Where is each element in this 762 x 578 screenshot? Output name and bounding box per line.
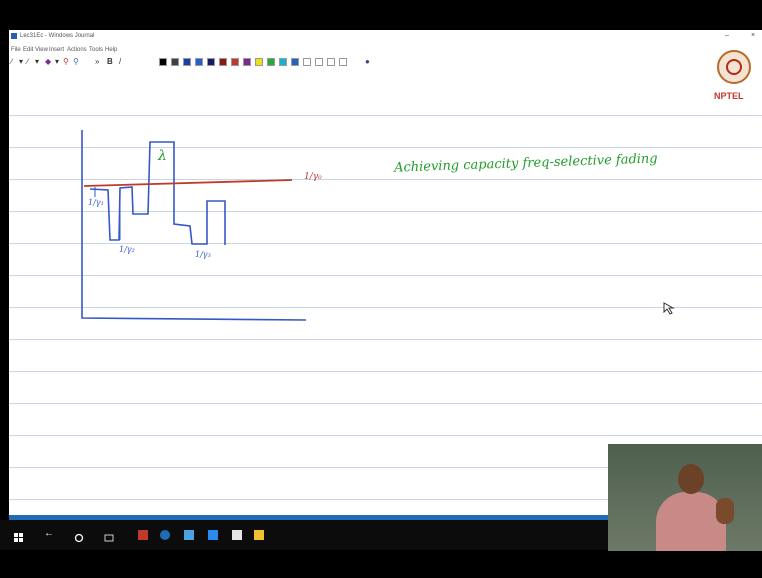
journal-taskbar-icon[interactable] (254, 530, 264, 540)
edge-icon[interactable] (160, 530, 170, 540)
lecturer (656, 464, 734, 551)
app5-icon[interactable] (232, 530, 242, 540)
app1-icon[interactable] (138, 530, 148, 540)
label-gamma3: 1/γ₃ (195, 250, 211, 259)
explorer-icon[interactable] (184, 530, 194, 540)
water-level-label: 1/γ₀ (304, 172, 322, 182)
lecturer-head (678, 464, 704, 494)
axis-lines (81, 130, 307, 321)
task-view-icon[interactable] (104, 530, 114, 542)
back-icon[interactable]: ← (44, 528, 54, 539)
lecturer-hand (716, 498, 734, 524)
search-icon[interactable] (74, 530, 84, 543)
app4-icon[interactable] (208, 530, 218, 540)
label-gamma2: 1/γ₂ (119, 245, 135, 254)
lambda-label: λ (158, 148, 167, 164)
water-level-line (83, 179, 293, 187)
cursor-icon (663, 302, 675, 315)
lecturer-video (608, 444, 762, 551)
start-icon[interactable] (14, 530, 24, 542)
label-gamma1: 1/γ₁ (88, 198, 104, 207)
lecturer-shirt (656, 492, 726, 551)
bottom-black-band (0, 550, 762, 578)
